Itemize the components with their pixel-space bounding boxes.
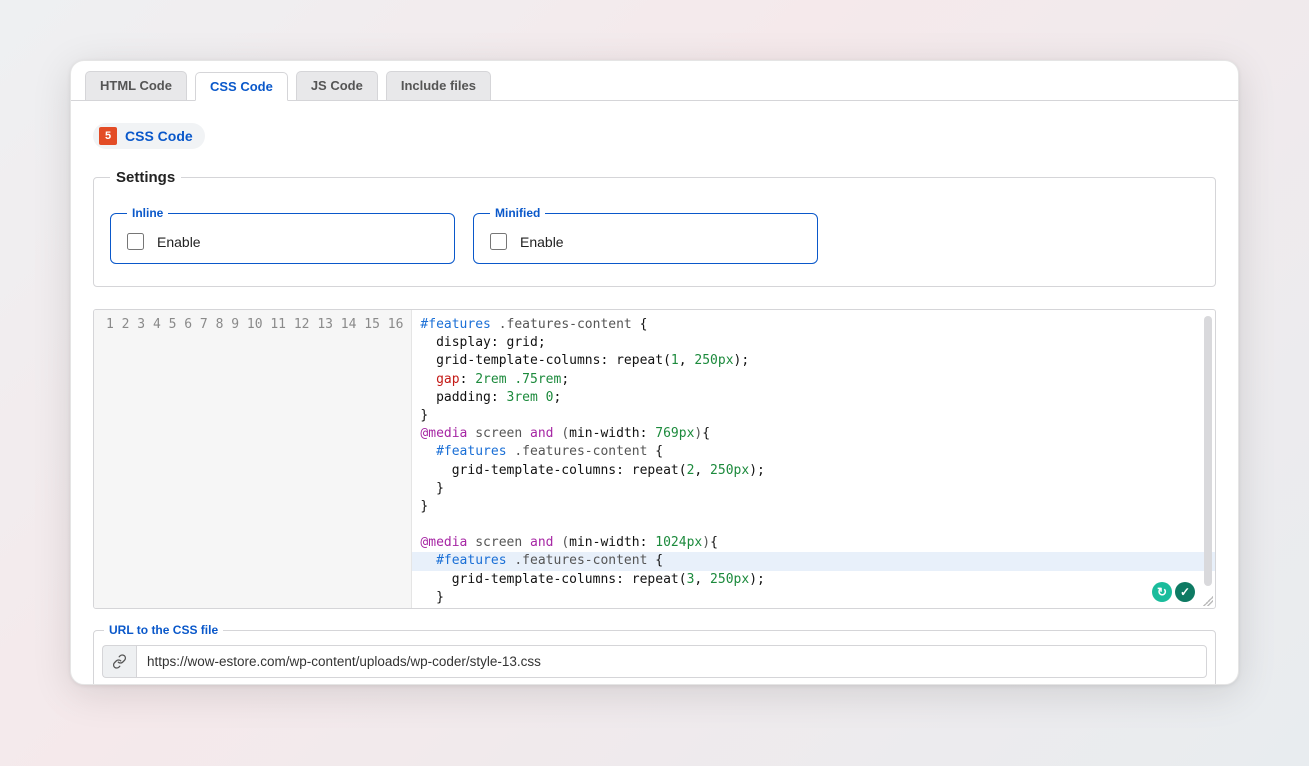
inline-option: Inline Enable — [110, 206, 455, 264]
minified-checkbox[interactable] — [490, 233, 507, 250]
editor-scrollbar[interactable] — [1204, 316, 1212, 586]
inline-legend: Inline — [127, 206, 168, 220]
tab-js-code[interactable]: JS Code — [296, 71, 378, 100]
section-chip: 5 CSS Code — [93, 123, 205, 149]
editor-float-buttons: ↻ ✓ — [1150, 582, 1197, 602]
settings-fieldset: Settings Inline Enable Minified Enabl — [93, 169, 1216, 287]
tab-include-files[interactable]: Include files — [386, 71, 491, 100]
link-icon — [102, 645, 136, 678]
tabstrip: HTML Code CSS Code JS Code Include files — [75, 61, 1238, 100]
inline-checkbox[interactable] — [127, 233, 144, 250]
inline-enable-label[interactable]: Enable — [157, 234, 201, 250]
url-legend: URL to the CSS file — [104, 623, 223, 637]
settings-legend: Settings — [110, 169, 181, 186]
html5-icon: 5 — [99, 127, 117, 145]
resize-handle-icon[interactable] — [1203, 596, 1213, 606]
tab-html-code[interactable]: HTML Code — [85, 71, 187, 100]
url-fieldset: URL to the CSS file — [93, 623, 1216, 685]
editor-action-2-icon[interactable]: ✓ — [1175, 582, 1195, 602]
css-url-input[interactable] — [136, 645, 1207, 678]
tabpanel-css: 5 CSS Code Settings Inline Enable Minifi… — [71, 100, 1238, 685]
section-chip-label: CSS Code — [125, 128, 193, 144]
editor-action-1-icon[interactable]: ↻ — [1152, 582, 1172, 602]
editor-window: HTML Code CSS Code JS Code Include files… — [70, 60, 1239, 685]
line-number-gutter: 1 2 3 4 5 6 7 8 9 10 11 12 13 14 15 16 — [94, 310, 412, 608]
code-editor[interactable]: 1 2 3 4 5 6 7 8 9 10 11 12 13 14 15 16 #… — [93, 309, 1216, 609]
minified-enable-label[interactable]: Enable — [520, 234, 564, 250]
tab-css-code[interactable]: CSS Code — [195, 72, 288, 101]
minified-legend: Minified — [490, 206, 545, 220]
code-area[interactable]: #features .features-content { display: g… — [412, 310, 1215, 608]
minified-option: Minified Enable — [473, 206, 818, 264]
